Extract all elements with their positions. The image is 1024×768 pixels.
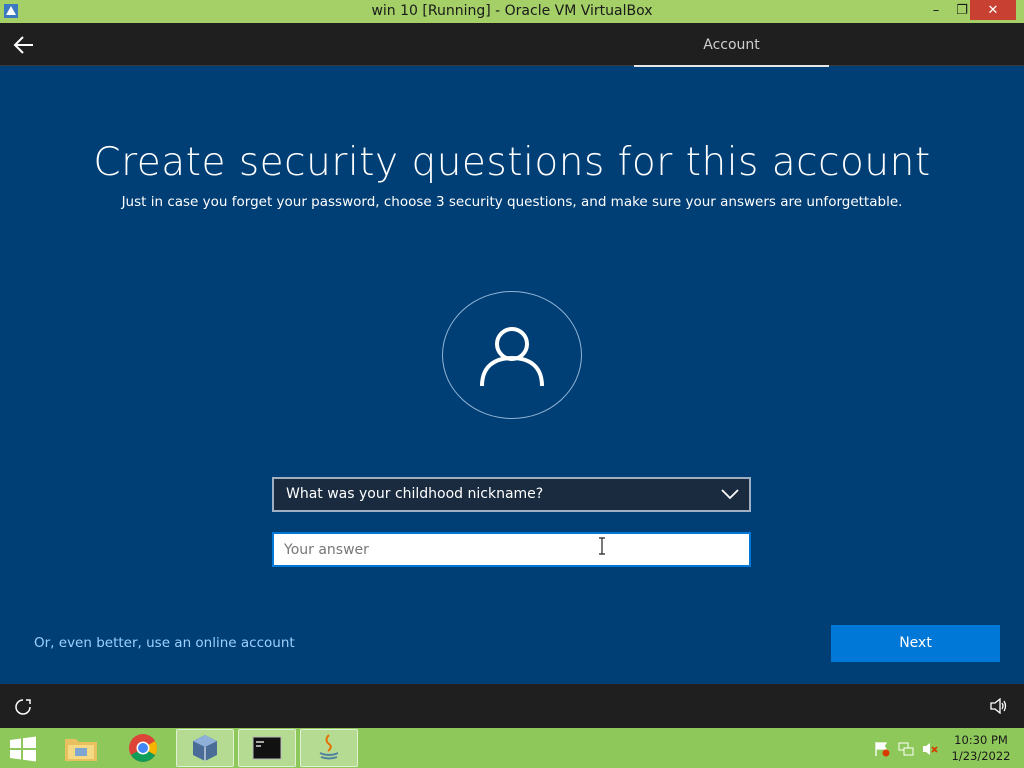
- clock-date: 1/23/2022: [951, 749, 1011, 763]
- virtualbox-titlebar: win 10 [Running] - Oracle VM VirtualBox …: [0, 0, 1024, 23]
- taskbar-chrome[interactable]: [114, 729, 172, 767]
- user-avatar: [442, 291, 582, 419]
- taskbar-java[interactable]: [300, 729, 358, 767]
- command-prompt-icon: [252, 736, 282, 760]
- chrome-icon: [129, 734, 157, 762]
- taskbar-clock[interactable]: 10:30 PM 1/23/2022: [946, 732, 1016, 764]
- folder-icon: [65, 739, 97, 761]
- volume-muted-icon[interactable]: [922, 741, 938, 757]
- java-icon: [319, 734, 339, 760]
- next-button[interactable]: Next: [831, 625, 1000, 662]
- minimize-button[interactable]: –: [923, 0, 949, 20]
- host-taskbar: 10:30 PM 1/23/2022: [0, 728, 1024, 768]
- back-arrow-icon[interactable]: [10, 33, 38, 57]
- taskbar-command-prompt[interactable]: [238, 729, 296, 767]
- taskbar-virtualbox[interactable]: [176, 729, 234, 767]
- main-content: Create security questions for this accou…: [0, 67, 1024, 684]
- window-title: win 10 [Running] - Oracle VM VirtualBox: [371, 3, 653, 19]
- network-icon[interactable]: [898, 741, 914, 757]
- security-question-selected: What was your childhood nickname?: [286, 486, 544, 502]
- security-question-dropdown[interactable]: What was your childhood nickname?: [272, 477, 751, 512]
- action-center-flag-icon[interactable]: [874, 741, 890, 757]
- page-title: Create security questions for this accou…: [93, 140, 931, 185]
- virtualbox-icon: [193, 735, 217, 761]
- clock-time: 10:30 PM: [954, 733, 1008, 747]
- ease-of-access-icon[interactable]: [14, 698, 32, 716]
- volume-icon[interactable]: [990, 698, 1008, 714]
- page-subtitle: Just in case you forget your password, c…: [121, 194, 903, 210]
- windows-start-icon[interactable]: [8, 736, 38, 762]
- online-account-link[interactable]: Or, even better, use an online account: [34, 635, 295, 651]
- oobe-footer: [0, 684, 1024, 728]
- text-cursor-icon: [599, 537, 605, 555]
- close-button[interactable]: ✕: [970, 0, 1016, 20]
- security-answer-input[interactable]: [272, 532, 751, 567]
- tab-account: Account: [634, 23, 829, 67]
- taskbar-file-explorer[interactable]: [52, 729, 110, 767]
- user-icon: [480, 327, 544, 387]
- oobe-header: Account: [0, 23, 1024, 67]
- chevron-down-icon: [721, 489, 739, 500]
